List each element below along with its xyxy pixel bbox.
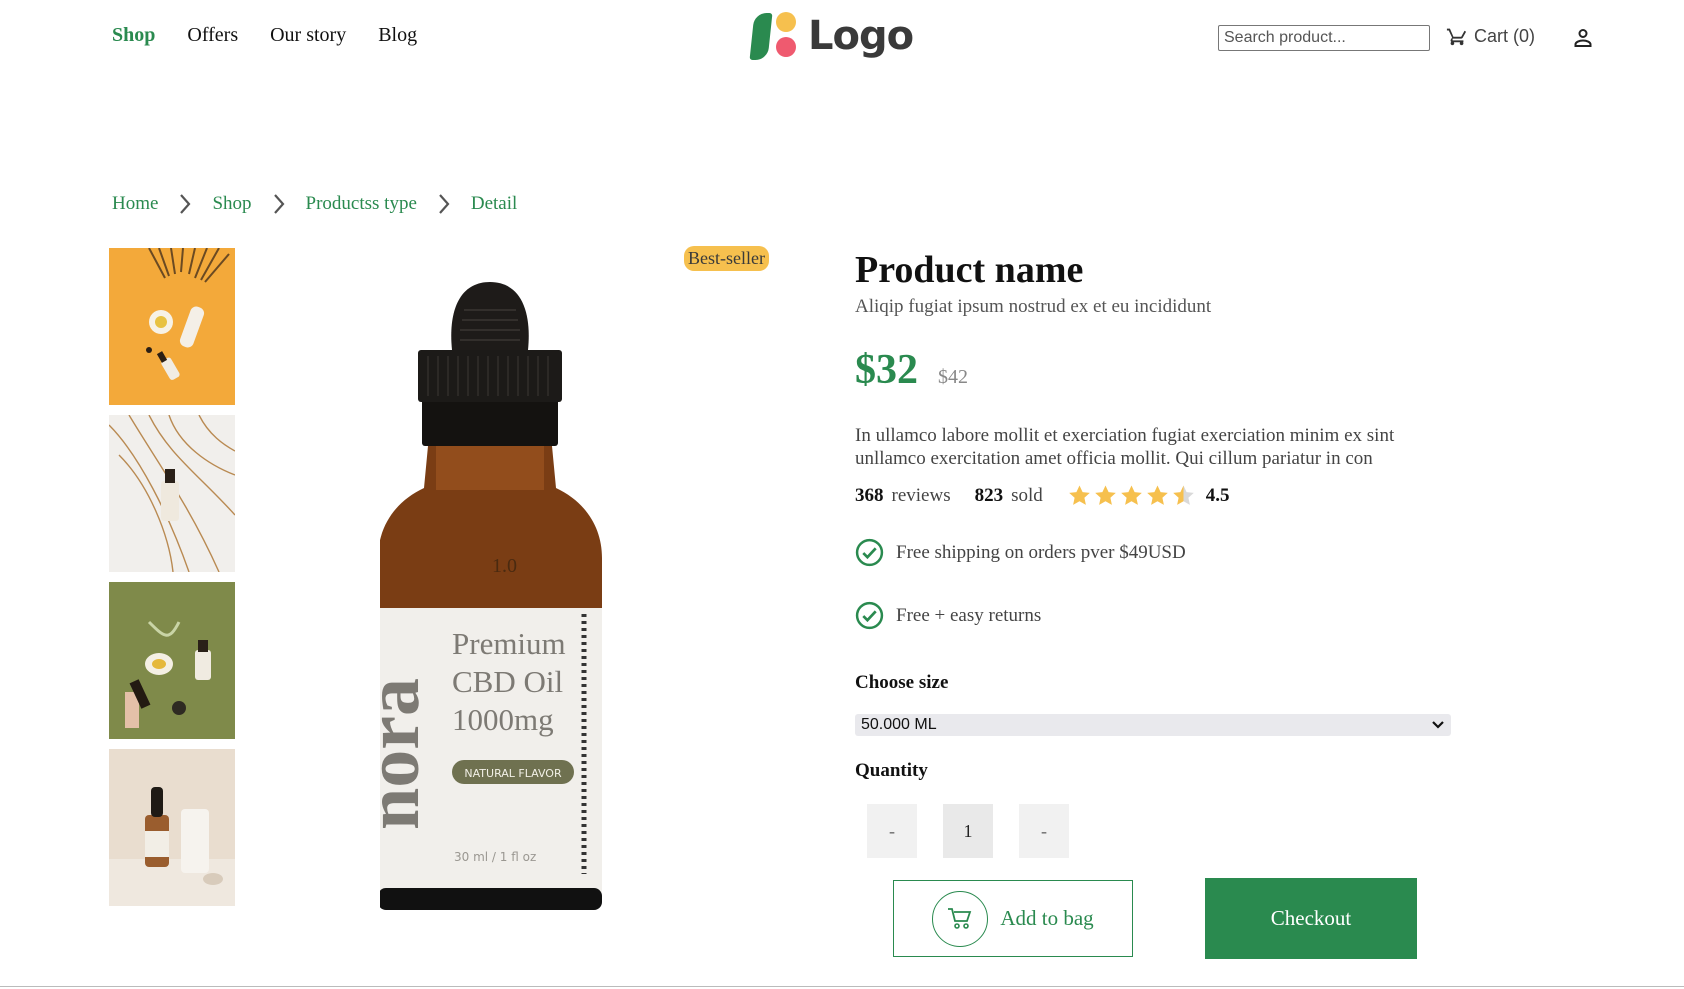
product-stats: 368 reviews 823 sold 4.5 — [855, 484, 1475, 508]
quantity-stepper: - 1 - — [867, 804, 1475, 858]
search-input[interactable] — [1218, 25, 1430, 51]
bottle-line-3: 1000mg — [452, 702, 554, 737]
star-icon — [1094, 485, 1116, 505]
bottle-line-2: CBD Oil — [452, 664, 563, 699]
perk-returns: Free + easy returns — [855, 601, 1475, 630]
add-to-bag-label: Add to bag — [1000, 906, 1094, 930]
star-icon — [1068, 485, 1090, 505]
breadcrumb-detail[interactable]: Detail — [471, 193, 517, 215]
size-label: Choose size — [855, 672, 949, 693]
chevron-right-icon — [272, 192, 286, 216]
add-to-bag-button[interactable]: Add to bag — [893, 880, 1133, 957]
thumbnail-2[interactable] — [109, 415, 235, 572]
bottle-flavor: NATURAL FLAVOR — [464, 767, 562, 780]
perk-returns-text: Free + easy returns — [896, 604, 1042, 626]
star-half-icon — [1172, 485, 1194, 505]
thumbnail-1[interactable] — [109, 248, 235, 405]
thumbnail-3[interactable] — [109, 582, 235, 739]
rating-stars — [1067, 484, 1196, 508]
quantity-label: Quantity — [855, 760, 928, 781]
breadcrumb-product-type[interactable]: Productss type — [306, 193, 417, 215]
breadcrumb-home[interactable]: Home — [112, 193, 158, 215]
quantity-increment-button[interactable]: - — [1019, 804, 1069, 858]
chevron-right-icon — [178, 192, 192, 216]
reviews-count: 368 — [855, 485, 884, 506]
logo-text: Logo — [808, 13, 914, 59]
nav-offers[interactable]: Offers — [187, 24, 238, 47]
nav-blog[interactable]: Blog — [378, 24, 417, 47]
current-price: $32 — [855, 347, 918, 393]
cart-icon — [932, 890, 989, 947]
breadcrumb-shop[interactable]: Shop — [212, 193, 251, 215]
star-icon — [1146, 485, 1168, 505]
checkout-button[interactable]: Checkout — [1205, 878, 1417, 959]
perk-shipping: Free shipping on orders pver $49USD — [855, 538, 1475, 567]
product-info: Product name Aliqip fugiat ipsum nostrud… — [855, 248, 1475, 858]
sold-label: sold — [1011, 485, 1043, 506]
sold-count: 823 — [974, 485, 1004, 506]
account-button[interactable] — [1571, 26, 1595, 55]
size-select[interactable]: 50.000 ML — [855, 714, 1451, 736]
bottle-brand: nora — [380, 678, 435, 830]
check-circle-icon — [855, 601, 884, 630]
original-price: $42 — [938, 366, 968, 388]
chevron-right-icon — [437, 192, 451, 216]
chevron-down-icon — [1432, 721, 1444, 729]
product-title: Product name — [855, 249, 1084, 291]
svg-text:1.0: 1.0 — [492, 555, 517, 577]
nav-shop[interactable]: Shop — [112, 24, 155, 47]
product-image: 1.0 nora Premium CBD Oil 1000mg NATURAL … — [351, 270, 620, 930]
best-seller-badge: Best-seller — [684, 246, 769, 271]
star-icon — [1120, 485, 1142, 505]
rating-value: 4.5 — [1205, 485, 1230, 506]
product-description: In ullamco labore mollit et exerciation … — [855, 425, 1395, 469]
perk-shipping-text: Free shipping on orders pver $49USD — [896, 541, 1186, 563]
quantity-value[interactable]: 1 — [943, 804, 993, 858]
main-nav: Shop Offers Our story Blog — [112, 24, 417, 47]
cart-button[interactable]: Cart (0) — [1446, 25, 1535, 47]
size-select-value: 50.000 ML — [861, 716, 937, 733]
thumbnail-4[interactable] — [109, 749, 235, 906]
product-subtitle: Aliqip fugiat ipsum nostrud ex et eu inc… — [855, 296, 1212, 317]
reviews-label: reviews — [891, 485, 951, 506]
logo-mark-icon — [749, 10, 800, 62]
cart-icon — [1446, 28, 1467, 46]
logo[interactable]: Logo — [749, 10, 914, 62]
reviews-stat[interactable]: 368 reviews — [855, 485, 951, 507]
footer-divider — [0, 986, 1684, 987]
cart-label: Cart (0) — [1474, 25, 1536, 46]
user-icon — [1574, 29, 1592, 47]
bottle-volume: 30 ml / 1 fl oz — [454, 850, 536, 864]
breadcrumb: Home Shop Productss type Detail — [112, 192, 517, 216]
quantity-decrement-button[interactable]: - — [867, 804, 917, 858]
price-row: $32 $42 — [855, 346, 1475, 394]
sold-stat: 823 sold — [975, 485, 1043, 507]
bottle-line-1: Premium — [452, 626, 566, 661]
check-circle-icon — [855, 538, 884, 567]
nav-our-story[interactable]: Our story — [270, 24, 346, 47]
